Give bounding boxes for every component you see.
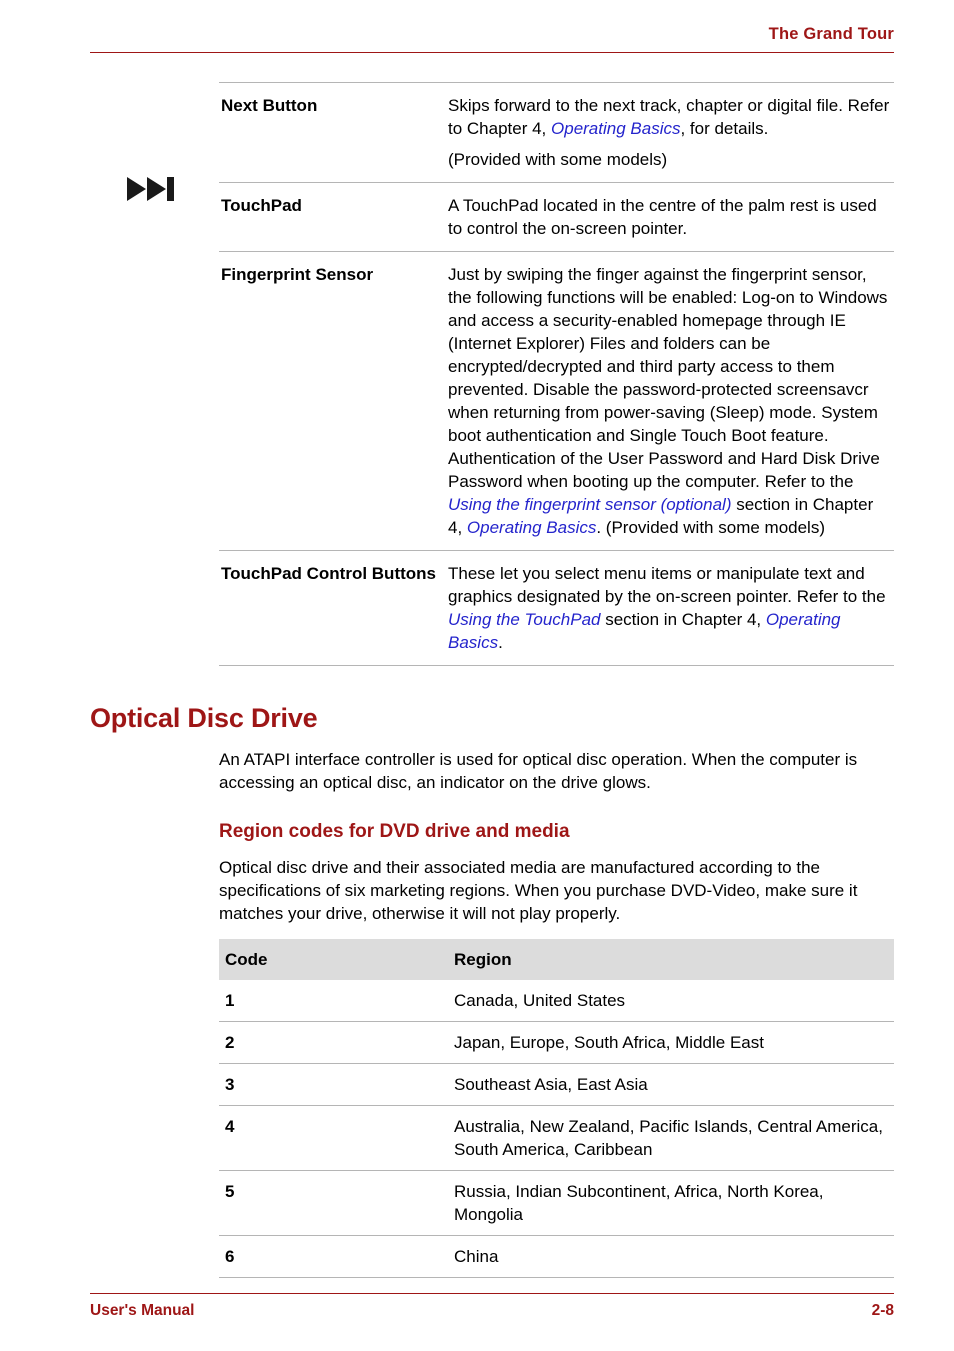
table-row: 2 Japan, Europe, South Africa, Middle Eas… <box>219 1021 894 1064</box>
footer-row: User's Manual 2-8 <box>90 1301 894 1321</box>
feature-description: These let you select menu items or manip… <box>448 551 894 665</box>
next-track-icon-triangle-1 <box>127 177 146 201</box>
cell-region-name: China <box>448 1235 894 1278</box>
footer-divider <box>90 1293 894 1294</box>
next-track-icon-bar <box>167 177 174 201</box>
table-row: 1 Canada, United States <box>219 980 894 1022</box>
page-footer: User's Manual 2-8 <box>90 1293 894 1321</box>
column-header-code: Code <box>225 950 268 969</box>
page-header: The Grand Tour <box>90 24 894 53</box>
header-chapter-title: The Grand Tour <box>768 25 894 43</box>
feature-description: Skips forward to the next track, chapter… <box>448 83 894 182</box>
footer-manual-label: User's Manual <box>90 1302 195 1319</box>
feature-description-paragraph: A TouchPad located in the centre of the … <box>448 196 877 238</box>
region-codes-table: Code Region 1 Canada, United States 2 Japan… <box>219 939 894 1278</box>
cell-region-code: 5 <box>219 1170 448 1236</box>
feature-row: TouchPad A TouchPad located in the centre… <box>219 182 894 251</box>
feature-description-paragraph: (Provided with some models) <box>448 150 668 169</box>
table-row: 3 Southeast Asia, East Asia <box>219 1063 894 1106</box>
feature-term: Next Button <box>221 96 318 115</box>
cell-region-name: Japan, Europe, South Africa, Middle East <box>448 1021 894 1064</box>
feature-row: TouchPad Control Buttons These let you se… <box>219 550 894 666</box>
feature-row: Fingerprint Sensor Just by swiping the fi… <box>219 251 894 550</box>
feature-term: TouchPad Control Buttons <box>221 564 436 583</box>
column-header-region: Region <box>454 950 512 969</box>
feature-description: A TouchPad located in the centre of the … <box>448 183 894 251</box>
next-track-icon-cell <box>90 176 219 216</box>
feature-row: Next Button Skips forward to the next tra… <box>219 82 894 182</box>
region-codes-table-body: 1 Canada, United States 2 Japan, Europe, So… <box>219 980 894 1278</box>
cell-region-name: Canada, United States <box>454 991 626 1010</box>
cell-region-code: 3 <box>219 1063 448 1106</box>
cross-reference-link[interactable]: Using the fingerprint sensor (optional) <box>448 495 731 514</box>
subsection-title-region-codes: Region codes for DVD drive and media <box>219 821 570 842</box>
optical-disc-drive-paragraph: An ATAPI interface controller is used fo… <box>219 750 858 792</box>
feature-description-paragraph: Just by swiping the finger against the f… <box>448 265 888 537</box>
manual-page: The Grand Tour Next Button Skips forward … <box>0 0 954 1351</box>
region-codes-paragraph: Optical disc drive and their associated … <box>219 858 858 923</box>
feature-term: TouchPad <box>221 196 302 215</box>
feature-description-paragraph: Skips forward to the next track, chapter… <box>448 96 890 138</box>
header-divider <box>90 52 894 53</box>
cell-region-name: Australia, New Zealand, Pacific Islands,… <box>448 1105 894 1171</box>
page-content: Next Button Skips forward to the next tra… <box>90 82 894 1278</box>
cross-reference-link[interactable]: Operating Basics <box>551 119 680 138</box>
next-track-icon <box>127 176 174 202</box>
cell-region-code: 1 <box>225 991 235 1010</box>
footer-page-number: 2-8 <box>871 1302 894 1319</box>
table-row: 4 Australia, New Zealand, Pacific Islands… <box>219 1105 894 1171</box>
feature-description-paragraph: These let you select menu items or manip… <box>448 564 886 652</box>
features-definition-table: Next Button Skips forward to the next tra… <box>219 82 894 666</box>
cell-region-code: 4 <box>219 1105 448 1171</box>
region-codes-table-head: Code Region <box>219 939 894 980</box>
cross-reference-link[interactable]: Using the TouchPad <box>448 610 600 629</box>
cell-region-code: 2 <box>219 1021 448 1064</box>
feature-term: Fingerprint Sensor <box>221 265 374 284</box>
cell-region-name: Southeast Asia, East Asia <box>448 1063 894 1106</box>
cell-region-name: Russia, Indian Subcontinent, Africa, Nor… <box>448 1170 894 1236</box>
next-track-icon-triangle-2 <box>147 177 166 201</box>
cross-reference-link[interactable]: Operating Basics <box>467 518 596 537</box>
table-row: 5 Russia, Indian Subcontinent, Africa, No… <box>219 1170 894 1236</box>
cell-region-code: 6 <box>219 1235 448 1278</box>
table-header-row: Code Region <box>219 939 894 980</box>
section-title-optical-disc-drive: Optical Disc Drive <box>90 703 318 733</box>
feature-description: Just by swiping the finger against the f… <box>448 252 894 550</box>
table-row: 6 China <box>219 1235 894 1278</box>
